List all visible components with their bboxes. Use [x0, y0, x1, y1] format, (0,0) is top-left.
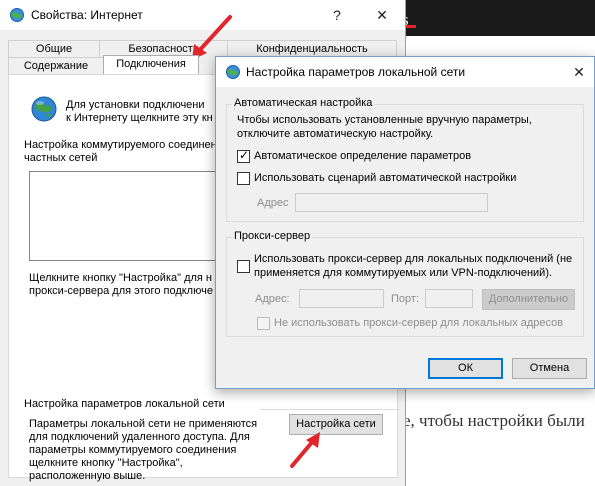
- tab-connections[interactable]: Подключения: [103, 55, 199, 74]
- arrow-to-connections-tab: [192, 15, 232, 60]
- arrow-to-lan-settings-button: [290, 432, 320, 468]
- annotation-arrows: [192, 15, 320, 468]
